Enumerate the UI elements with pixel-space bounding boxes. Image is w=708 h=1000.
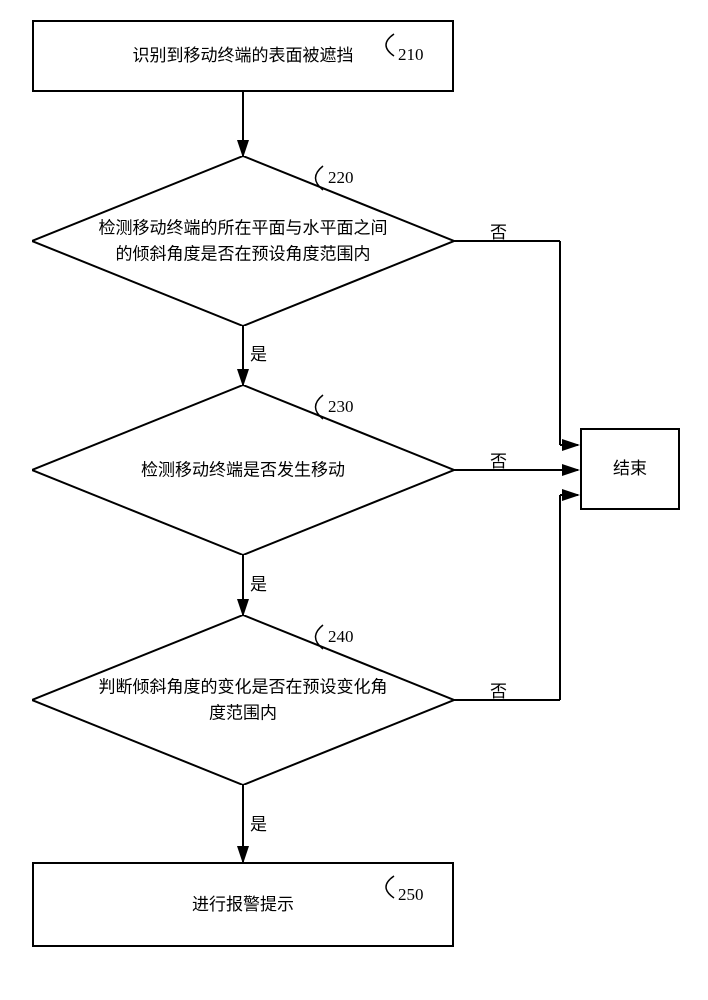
decision-230: 检测移动终端是否发生移动 [32,385,454,555]
decision-220: 检测移动终端的所在平面与水平面之间的倾斜角度是否在预设角度范围内 [32,156,454,326]
process-250-text: 进行报警提示 [192,892,294,918]
process-210-text: 识别到移动终端的表面被遮挡 [133,43,354,69]
label-250: 250 [398,885,424,905]
edge-220-230-yes: 是 [250,340,267,365]
edge-230-end-no: 否 [490,447,507,472]
edge-240-250-yes: 是 [250,810,267,835]
label-210: 210 [398,45,424,65]
decision-240-text: 判断倾斜角度的变化是否在预设变化角度范围内 [32,675,454,726]
label-240: 240 [328,627,354,647]
edge-240-end-no: 否 [490,677,507,702]
terminator-end: 结束 [580,428,680,510]
label-230: 230 [328,397,354,417]
process-210: 识别到移动终端的表面被遮挡 [32,20,454,92]
terminator-end-text: 结束 [613,456,647,482]
edge-230-240-yes: 是 [250,570,267,595]
decision-240: 判断倾斜角度的变化是否在预设变化角度范围内 [32,615,454,785]
label-220: 220 [328,168,354,188]
edge-220-end-no: 否 [490,218,507,243]
process-250: 进行报警提示 [32,862,454,947]
decision-220-text: 检测移动终端的所在平面与水平面之间的倾斜角度是否在预设角度范围内 [32,216,454,267]
decision-230-text: 检测移动终端是否发生移动 [32,457,454,483]
